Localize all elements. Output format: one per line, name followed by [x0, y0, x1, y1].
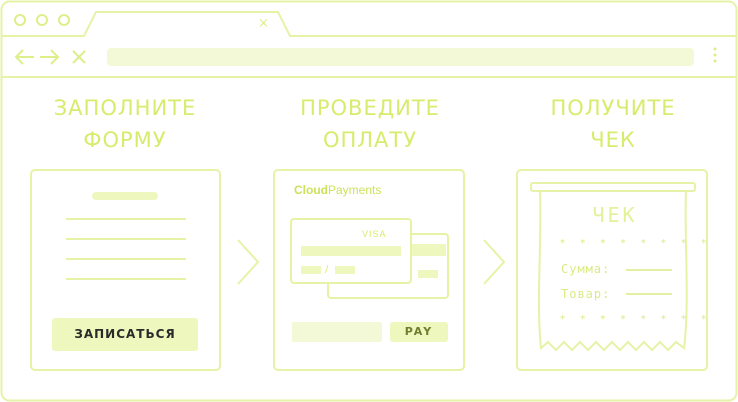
receipt-title: ЧЕК — [592, 203, 638, 227]
pay-button[interactable]: PAY — [390, 322, 448, 342]
step-1-heading-line-1: ЗАПОЛНИТЕ — [53, 96, 197, 120]
receipt-item-label: Товар: — [561, 287, 611, 301]
signup-button[interactable]: ЗАПИСАТЬСЯ — [52, 318, 198, 351]
receipt-stars-bottom: * * * * * * * * — [560, 314, 713, 325]
receipt-stars-top: * * * * * * * * — [560, 238, 713, 249]
browser-menu-icon[interactable] — [712, 47, 720, 63]
card-expiry-separator: / — [325, 264, 329, 275]
step-2-heading: ПРОВЕДИТЕ ОПЛАТУ — [260, 92, 480, 156]
receipt-roller — [530, 182, 696, 192]
step-2-heading-line-2: ОПЛАТУ — [322, 128, 418, 152]
receipt-sum-label: Сумма: — [561, 262, 611, 276]
form-title-placeholder — [92, 192, 158, 200]
step-1-heading-line-2: ФОРМУ — [83, 128, 167, 152]
brand-rest: Payments — [328, 183, 382, 197]
step-1-heading: ЗАПОЛНИТЕ ФОРМУ — [15, 92, 235, 156]
receipt-panel — [516, 169, 708, 371]
visa-label: VISA — [362, 229, 387, 239]
step-3-heading-line-2: ЧЕК — [590, 128, 636, 152]
tab-close-icon[interactable]: × — [258, 16, 269, 31]
cloudpayments-logo: CloudPayments — [294, 183, 381, 197]
card-number-field — [292, 322, 382, 342]
address-bar — [107, 48, 694, 66]
brand-bold: Cloud — [294, 183, 328, 197]
step-3-heading-line-1: ПОЛУЧИТЕ — [550, 96, 676, 120]
step-2-heading-line-1: ПРОВЕДИТЕ — [300, 96, 440, 120]
step-3-heading: ПОЛУЧИТЕ ЧЕК — [503, 92, 723, 156]
